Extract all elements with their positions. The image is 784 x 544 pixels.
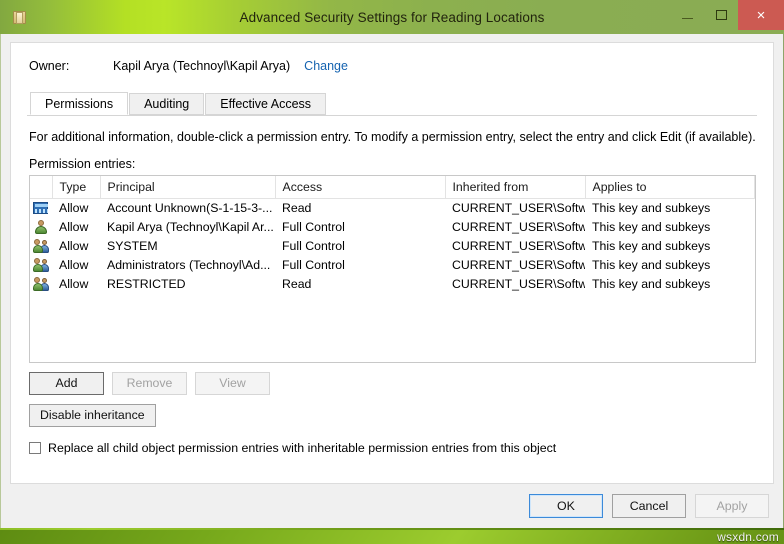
watermark: wsxdn.com <box>717 530 779 544</box>
cell-type: Allow <box>52 198 100 217</box>
cell-access: Full Control <box>275 217 445 236</box>
cancel-button[interactable]: Cancel <box>612 494 686 518</box>
window-titlebar[interactable]: Advanced Security Settings for Reading L… <box>0 0 784 34</box>
cell-type: Allow <box>52 236 100 255</box>
cell-type: Allow <box>52 217 100 236</box>
dialog-body: Owner: Kapil Arya (Technoyl\Kapil Arya) … <box>0 34 784 528</box>
tab-permissions[interactable]: Permissions <box>30 92 128 115</box>
replace-child-permissions-row[interactable]: Replace all child object permission entr… <box>29 441 757 455</box>
info-text: For additional information, double-click… <box>29 130 757 144</box>
minimize-button[interactable] <box>670 0 704 30</box>
advanced-security-settings-dialog: Advanced Security Settings for Reading L… <box>0 0 784 528</box>
cell-access: Full Control <box>275 255 445 274</box>
tab-auditing[interactable]: Auditing <box>129 93 204 115</box>
cell-applies-to: This key and subkeys <box>585 255 755 274</box>
owner-row: Owner: Kapil Arya (Technoyl\Kapil Arya) … <box>27 59 757 73</box>
group-icon <box>30 274 52 293</box>
cell-principal: SYSTEM <box>100 236 275 255</box>
view-button: View <box>195 372 270 395</box>
apply-button: Apply <box>695 494 769 518</box>
column-header-inherited-from[interactable]: Inherited from <box>445 176 585 198</box>
permission-entries-table[interactable]: Type Principal Access Inherited from App… <box>29 175 756 363</box>
permission-entries-label: Permission entries: <box>29 157 757 171</box>
group-icon <box>30 236 52 255</box>
cell-inherited-from: CURRENT_USER\Softw... <box>445 236 585 255</box>
ok-button[interactable]: OK <box>529 494 603 518</box>
cell-access: Read <box>275 198 445 217</box>
maximize-icon <box>716 10 727 20</box>
table-row[interactable]: Allow SYSTEM Full Control CURRENT_USER\S… <box>30 236 755 255</box>
cell-applies-to: This key and subkeys <box>585 198 755 217</box>
column-header-access[interactable]: Access <box>275 176 445 198</box>
maximize-button[interactable] <box>704 0 738 30</box>
window-title: Advanced Security Settings for Reading L… <box>0 10 784 25</box>
owner-value: Kapil Arya (Technoyl\Kapil Arya) <box>113 59 290 73</box>
cell-inherited-from: CURRENT_USER\Softw... <box>445 217 585 236</box>
close-button[interactable]: × <box>738 0 784 30</box>
table-row[interactable]: Allow Account Unknown(S-1-15-3-... Read … <box>30 198 755 217</box>
cell-inherited-from: CURRENT_USER\Softw... <box>445 274 585 293</box>
owner-label: Owner: <box>29 59 113 73</box>
column-header-principal[interactable]: Principal <box>100 176 275 198</box>
dialog-footer: OK Cancel Apply wsxdn.com <box>1 484 783 528</box>
cell-access: Read <box>275 274 445 293</box>
content-panel: Owner: Kapil Arya (Technoyl\Kapil Arya) … <box>10 42 774 484</box>
table-header-row: Type Principal Access Inherited from App… <box>30 176 755 198</box>
replace-child-permissions-checkbox[interactable] <box>29 442 41 454</box>
minimize-icon <box>682 18 693 19</box>
column-header-type[interactable]: Type <box>52 176 100 198</box>
column-header-applies-to[interactable]: Applies to <box>585 176 755 198</box>
column-header-icon[interactable] <box>30 176 52 198</box>
window-controls: × <box>670 0 784 34</box>
computer-account-icon <box>30 198 52 217</box>
cell-applies-to: This key and subkeys <box>585 217 755 236</box>
replace-child-permissions-label: Replace all child object permission entr… <box>48 441 556 455</box>
table-row[interactable]: Allow Kapil Arya (Technoyl\Kapil Ar... F… <box>30 217 755 236</box>
disable-inheritance-button[interactable]: Disable inheritance <box>29 404 156 427</box>
tab-effective-access[interactable]: Effective Access <box>205 93 326 115</box>
remove-button: Remove <box>112 372 187 395</box>
inheritance-actions-row: Disable inheritance <box>29 404 757 427</box>
cell-type: Allow <box>52 274 100 293</box>
cell-principal: Account Unknown(S-1-15-3-... <box>100 198 275 217</box>
table-row[interactable]: Allow RESTRICTED Read CURRENT_USER\Softw… <box>30 274 755 293</box>
close-icon: × <box>757 8 766 23</box>
group-icon <box>30 255 52 274</box>
cell-principal: Kapil Arya (Technoyl\Kapil Ar... <box>100 217 275 236</box>
user-icon <box>30 217 52 236</box>
cell-inherited-from: CURRENT_USER\Softw... <box>445 198 585 217</box>
change-owner-link[interactable]: Change <box>304 59 348 73</box>
table-row[interactable]: Allow Administrators (Technoyl\Ad... Ful… <box>30 255 755 274</box>
table-body: Allow Account Unknown(S-1-15-3-... Read … <box>30 198 755 293</box>
cell-applies-to: This key and subkeys <box>585 274 755 293</box>
cell-applies-to: This key and subkeys <box>585 236 755 255</box>
cell-type: Allow <box>52 255 100 274</box>
cell-principal: Administrators (Technoyl\Ad... <box>100 255 275 274</box>
tabstrip: Permissions Auditing Effective Access <box>27 93 757 116</box>
cell-access: Full Control <box>275 236 445 255</box>
add-button[interactable]: Add <box>29 372 104 395</box>
cell-inherited-from: CURRENT_USER\Softw... <box>445 255 585 274</box>
cell-principal: RESTRICTED <box>100 274 275 293</box>
entry-actions-row: Add Remove View <box>29 372 757 395</box>
